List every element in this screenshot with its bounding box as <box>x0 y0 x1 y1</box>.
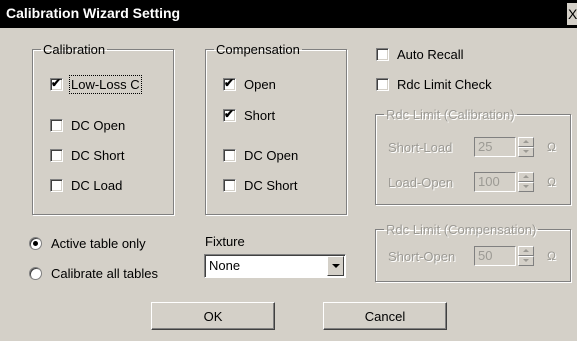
checkbox-label: Auto Recall <box>397 47 464 62</box>
rdc-limit-calibration-legend: Rdc Limit (Calibration) <box>386 107 515 122</box>
short-load-spinner <box>518 137 534 157</box>
checkbox-label: DC Load <box>71 178 123 193</box>
cal-dc-open-checkbox[interactable]: DC Open <box>50 118 125 133</box>
checkbox-label: Rdc Limit Check <box>397 77 492 92</box>
checkbox-label: Open <box>244 77 276 92</box>
ohm-unit: Ω <box>547 249 556 263</box>
chevron-down-icon[interactable] <box>327 256 344 276</box>
short-open-input: 50 <box>474 246 516 266</box>
checkbox-box <box>376 78 389 91</box>
rdc-limit-compensation-legend: Rdc Limit (Compensation) <box>386 222 537 237</box>
comp-open-checkbox[interactable]: ✔ Open <box>223 76 276 92</box>
ok-button[interactable]: OK <box>151 302 275 330</box>
comp-short-checkbox[interactable]: ✔ Short <box>223 107 276 123</box>
checkbox-label: Low-Loss C <box>69 75 142 94</box>
short-open-row: Short-Open 50 Ω <box>388 246 556 266</box>
checkbox-label: DC Open <box>244 148 299 163</box>
checkbox-box <box>376 48 389 61</box>
radio-circle <box>29 237 42 250</box>
radio-circle <box>29 267 42 280</box>
load-open-input: 100 <box>474 172 516 192</box>
checkbox-label: DC Short <box>71 148 125 163</box>
checkbox-box: ✔ <box>223 107 236 122</box>
spin-up-icon <box>518 172 534 182</box>
spin-up-icon <box>518 246 534 256</box>
radio-label: Active table only <box>51 236 146 251</box>
comp-dc-short-checkbox[interactable]: DC Short <box>223 178 297 193</box>
close-button[interactable]: X <box>567 3 577 25</box>
radio-label: Calibrate all tables <box>51 266 158 281</box>
fixture-label: Fixture <box>205 234 245 249</box>
checkbox-box: ✔ <box>50 76 63 91</box>
calibration-legend: Calibration <box>43 42 106 57</box>
spin-down-icon <box>518 256 534 266</box>
short-open-spinner <box>518 246 534 266</box>
short-open-label: Short-Open <box>388 248 456 264</box>
auto-recall-checkbox[interactable]: Auto Recall <box>376 47 463 62</box>
checkmark-icon: ✔ <box>224 76 235 90</box>
short-load-label: Short-Load <box>388 139 453 155</box>
checkbox-box: ✔ <box>223 76 236 91</box>
checkbox-box <box>50 149 63 162</box>
checkmark-icon: ✔ <box>51 76 62 90</box>
checkbox-box <box>50 179 63 192</box>
active-table-only-radio[interactable]: Active table only <box>29 236 146 251</box>
radio-dot-icon <box>33 241 38 246</box>
ohm-unit: Ω <box>547 175 556 189</box>
short-load-row: Short-Load 25 Ω <box>388 137 556 157</box>
compensation-legend: Compensation <box>216 42 300 57</box>
comp-dc-open-checkbox[interactable]: DC Open <box>223 148 298 163</box>
title-bar: Calibration Wizard Setting X <box>0 0 577 28</box>
spin-down-icon <box>518 147 534 157</box>
cal-dc-load-checkbox[interactable]: DC Load <box>50 178 122 193</box>
checkbox-label: DC Short <box>244 178 298 193</box>
load-open-spinner <box>518 172 534 192</box>
short-load-input: 25 <box>474 137 516 157</box>
close-icon: X <box>568 6 577 22</box>
spin-down-icon <box>518 182 534 192</box>
checkbox-label: DC Open <box>71 118 126 133</box>
ohm-unit: Ω <box>547 140 556 154</box>
checkbox-box <box>50 119 63 132</box>
fixture-selected-value: None <box>209 258 241 273</box>
checkbox-label: Short <box>244 108 276 123</box>
cal-dc-short-checkbox[interactable]: DC Short <box>50 148 124 163</box>
window-title: Calibration Wizard Setting <box>6 5 181 21</box>
rdc-limit-check-checkbox[interactable]: Rdc Limit Check <box>376 77 492 92</box>
calibrate-all-tables-radio[interactable]: Calibrate all tables <box>29 266 158 281</box>
spin-up-icon <box>518 137 534 147</box>
load-open-row: Load-Open 100 Ω <box>388 172 556 192</box>
checkbox-box <box>223 179 236 192</box>
cancel-button[interactable]: Cancel <box>323 302 447 330</box>
checkbox-box <box>223 149 236 162</box>
fixture-select[interactable]: None <box>204 254 346 278</box>
low-loss-c-checkbox[interactable]: ✔ Low-Loss C <box>50 75 142 94</box>
load-open-label: Load-Open <box>388 174 454 190</box>
checkmark-icon: ✔ <box>224 107 235 121</box>
